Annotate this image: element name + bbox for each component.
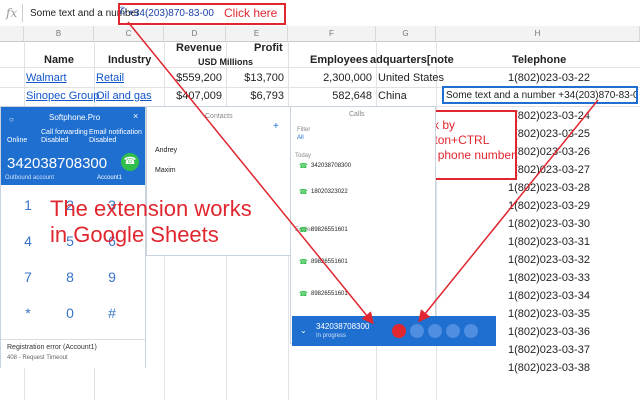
annotation-arrows [127,21,599,325]
arrow-formula-to-call [127,21,374,325]
arrow-cell-to-call [418,99,599,323]
